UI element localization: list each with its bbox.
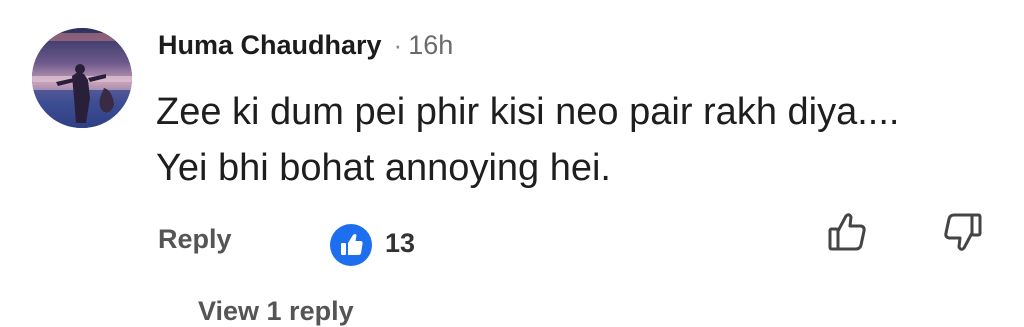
view-replies-link[interactable]: View 1 reply xyxy=(198,296,354,327)
comment-text: Zee ki dum pei phir kisi neo pair rakh d… xyxy=(156,84,996,196)
upvote-button[interactable] xyxy=(826,210,870,254)
like-reaction-badge[interactable] xyxy=(330,224,372,266)
timestamp: 16h xyxy=(408,30,454,60)
author-name[interactable]: Huma Chaudhary xyxy=(158,30,382,61)
avatar[interactable] xyxy=(32,28,132,128)
thumbs-up-icon xyxy=(341,234,363,255)
comment-line-2: Yei bhi bohat annoying hei. xyxy=(156,147,611,189)
comment-line-1: Zee ki dum pei phir kisi neo pair rakh d… xyxy=(156,91,900,133)
reply-button[interactable]: Reply xyxy=(158,224,232,255)
downvote-button[interactable] xyxy=(940,210,984,254)
comment-header: Huma Chaudhary · 16h xyxy=(158,30,453,61)
like-count: 13 xyxy=(385,228,416,258)
separator-dot: · xyxy=(393,30,403,60)
avatar-image xyxy=(32,28,132,128)
thumbs-up-outline-icon xyxy=(828,213,866,251)
thumbs-down-outline-icon xyxy=(944,213,982,251)
